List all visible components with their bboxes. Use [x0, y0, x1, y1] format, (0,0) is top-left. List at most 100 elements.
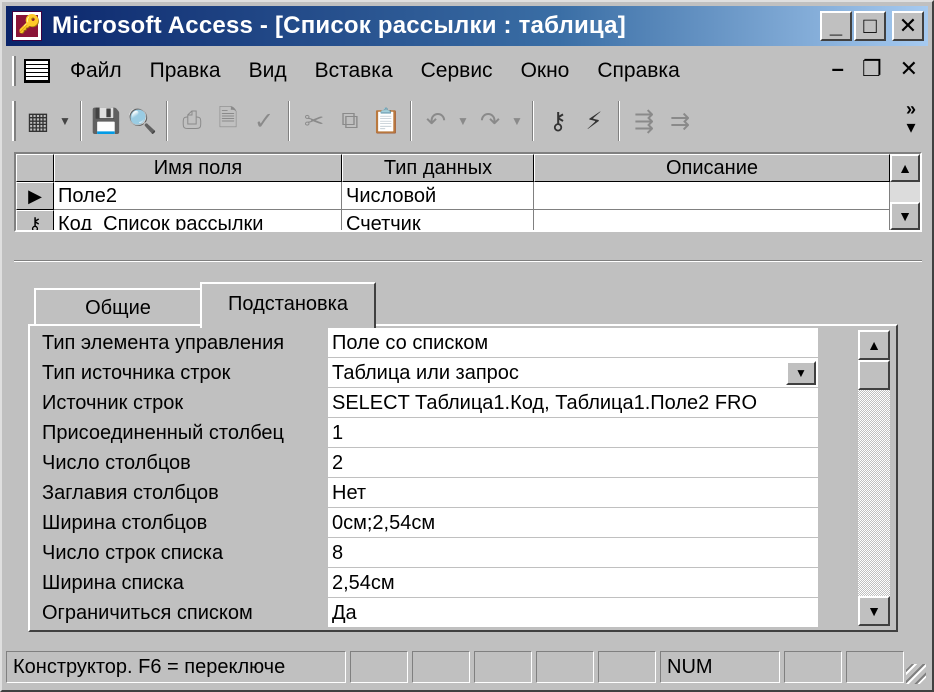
toolbar-separator [618, 101, 620, 141]
data-type-cell[interactable]: Счетчик [342, 210, 534, 230]
redo-dropdown-icon[interactable]: ▼ [508, 114, 526, 128]
menu-file[interactable]: Файл [70, 59, 122, 83]
property-value[interactable]: 8 [328, 538, 818, 568]
property-label: Заглавия столбцов [38, 478, 328, 508]
access-app-icon[interactable] [12, 11, 42, 41]
list-item[interactable]: Ширина списка 2,54см [38, 568, 822, 598]
property-label: Число столбцов [38, 448, 328, 478]
property-label: Тип источника строк [38, 358, 328, 388]
insert-rows-icon[interactable]: ⇶ [626, 101, 662, 141]
primary-key-row-icon[interactable]: ⚷ [16, 210, 54, 230]
menu-grip[interactable] [12, 56, 16, 86]
list-item[interactable]: Ограничиться списком Да [38, 598, 822, 628]
description-cell[interactable] [534, 210, 890, 230]
search-icon[interactable]: 🔍 [124, 101, 160, 141]
property-value-combo[interactable]: Таблица или запрос ▼ [328, 358, 818, 388]
list-item[interactable]: Ширина столбцов 0см;2,54см [38, 508, 822, 538]
tab-general[interactable]: Общие [34, 288, 202, 328]
close-button[interactable]: ✕ [892, 11, 924, 41]
row-selector-header[interactable] [16, 154, 54, 182]
property-value[interactable]: 2 [328, 448, 818, 478]
list-item[interactable]: Присоединенный столбец 1 [38, 418, 822, 448]
field-name-cell[interactable]: Код_Список рассылки [54, 210, 342, 230]
undo-dropdown-icon[interactable]: ▼ [454, 114, 472, 128]
delete-rows-icon[interactable]: ⇉ [662, 101, 698, 141]
properties-scrollbar[interactable]: ▲ ▼ [858, 330, 890, 626]
minimize-button[interactable]: _ [820, 11, 852, 41]
scroll-down-icon[interactable]: ▼ [858, 596, 890, 626]
toolbar-grip[interactable] [12, 101, 16, 141]
scroll-up-icon[interactable]: ▲ [858, 330, 890, 360]
menu-help[interactable]: Справка [597, 59, 679, 83]
list-item[interactable]: Число строк списка 8 [38, 538, 822, 568]
menu-window[interactable]: Окно [521, 59, 570, 83]
doc-restore-button[interactable]: ❐ [862, 56, 882, 82]
table-row[interactable]: ▶ Поле2 Числовой [16, 182, 890, 210]
save-icon[interactable]: 💾 [88, 101, 124, 141]
window-title: Microsoft Access - [Список рассылки : та… [52, 12, 626, 39]
data-type-cell[interactable]: Числовой [342, 182, 534, 210]
scroll-up-icon[interactable]: ▲ [890, 154, 920, 182]
scroll-down-icon[interactable]: ▼ [890, 202, 920, 230]
field-grid: Имя поля Тип данных Описание ▶ Поле2 Чис… [14, 152, 922, 232]
toolbar-separator [532, 101, 534, 141]
tab-lookup[interactable]: Подстановка [200, 282, 376, 328]
property-label: Число строк списка [38, 538, 328, 568]
copy-icon[interactable]: ⧉ [332, 101, 368, 141]
cut-icon[interactable]: ✂ [296, 101, 332, 141]
status-panel [350, 651, 408, 683]
property-value[interactable]: 1 [328, 418, 818, 448]
status-panel [412, 651, 470, 683]
toolbar-separator [288, 101, 290, 141]
redo-icon[interactable]: ↷ [472, 101, 508, 141]
menu-tools[interactable]: Сервис [421, 59, 493, 83]
undo-icon[interactable]: ↶ [418, 101, 454, 141]
pane-divider[interactable] [14, 260, 922, 262]
property-label: Ширина столбцов [38, 508, 328, 538]
property-value[interactable]: 0см;2,54см [328, 508, 818, 538]
property-label: Ограничиться списком [38, 598, 328, 628]
property-value[interactable]: 2,54см [328, 568, 818, 598]
property-label: Присоединенный столбец [38, 418, 328, 448]
property-value[interactable]: Да [328, 598, 818, 628]
table-doc-icon[interactable] [24, 59, 50, 83]
menu-view[interactable]: Вид [249, 59, 287, 83]
list-item[interactable]: Тип источника строк Таблица или запрос ▼ [38, 358, 822, 388]
paste-icon[interactable]: 📋 [368, 101, 404, 141]
doc-close-button[interactable]: ✕ [900, 56, 918, 82]
status-panel [536, 651, 594, 683]
field-name-cell[interactable]: Поле2 [54, 182, 342, 210]
toolbar-more-button[interactable]: » ▾ [906, 100, 916, 136]
doc-minimize-button[interactable]: – [832, 56, 844, 82]
current-row-icon[interactable]: ▶ [16, 182, 54, 210]
property-value[interactable]: Нет [328, 478, 818, 508]
list-item[interactable]: Источник строк SELECT Таблица1.Код, Табл… [38, 388, 822, 418]
property-list: Тип элемента управления Поле со списком … [38, 328, 822, 628]
print-icon[interactable]: ⎙ [174, 101, 210, 141]
status-message: Конструктор. F6 = переключе [6, 651, 346, 683]
print-preview-icon[interactable]: 🗎 [210, 101, 246, 141]
menu-edit[interactable]: Правка [150, 59, 221, 83]
property-value[interactable]: SELECT Таблица1.Код, Таблица1.Поле2 FRO [328, 388, 818, 418]
resize-grip-icon[interactable] [906, 664, 926, 684]
list-item[interactable]: Тип элемента управления Поле со списком [38, 328, 822, 358]
menu-insert[interactable]: Вставка [315, 59, 393, 83]
description-cell[interactable] [534, 182, 890, 210]
primary-key-icon[interactable]: ⚷ [540, 101, 576, 141]
spelling-icon[interactable]: ✓ [246, 101, 282, 141]
title-bar[interactable]: Microsoft Access - [Список рассылки : та… [6, 6, 928, 46]
indexes-icon[interactable]: ⚡ [576, 101, 612, 141]
view-icon[interactable]: ▦ [20, 101, 56, 141]
grid-scrollbar[interactable]: ▲ ▼ [890, 154, 920, 230]
column-header-field-name[interactable]: Имя поля [54, 154, 342, 182]
list-item[interactable]: Число столбцов 2 [38, 448, 822, 478]
column-header-description[interactable]: Описание [534, 154, 890, 182]
maximize-button[interactable]: □ [854, 11, 886, 41]
column-header-data-type[interactable]: Тип данных [342, 154, 534, 182]
view-dropdown-icon[interactable]: ▼ [56, 114, 74, 128]
list-item[interactable]: Заглавия столбцов Нет [38, 478, 822, 508]
table-row[interactable]: ⚷ Код_Список рассылки Счетчик [16, 210, 890, 230]
property-value[interactable]: Поле со списком [328, 328, 818, 358]
dropdown-arrow-icon[interactable]: ▼ [786, 361, 816, 385]
scroll-thumb[interactable] [858, 360, 890, 390]
